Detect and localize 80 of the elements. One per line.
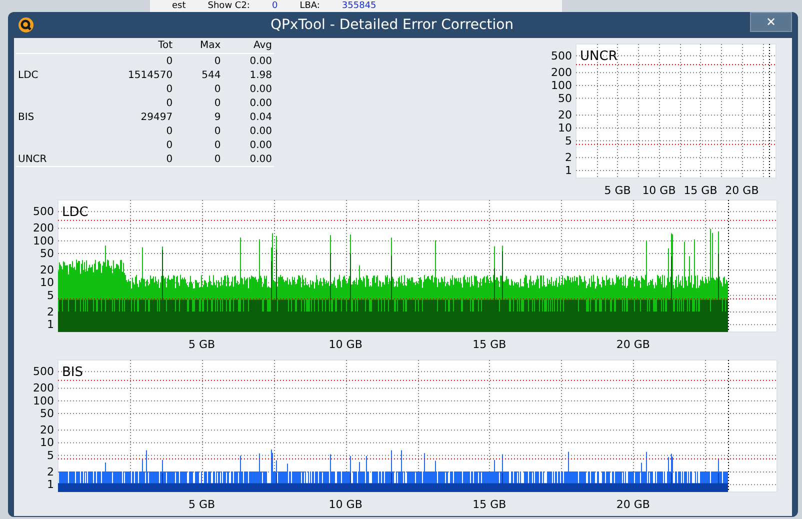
table-cell: 0 (166, 140, 173, 150)
y-tick-label: 1 (47, 478, 54, 492)
table-cell: 0 (214, 154, 221, 164)
row-label: LDC (18, 70, 38, 80)
table-cell: 0 (214, 98, 221, 108)
background-window-text: 355845 (342, 0, 376, 12)
table-cell: 1.98 (250, 70, 272, 80)
x-tick-label: 10 GB (328, 498, 362, 511)
table-cell: 0.04 (250, 112, 272, 122)
table-cell: 0.00 (250, 154, 272, 164)
app-logo-icon (18, 17, 34, 33)
y-tick-label: 2 (565, 151, 572, 164)
x-tick-label: 20 GB (616, 498, 650, 511)
x-tick-label: 5 GB (188, 338, 216, 351)
table-cell: 0 (166, 84, 173, 94)
table-cell: 0.00 (250, 98, 272, 108)
y-tick-label: 200 (33, 222, 54, 235)
table-cell: 0.00 (250, 126, 272, 136)
table-cell: 0 (166, 126, 173, 136)
y-tick-label: 50 (40, 246, 54, 260)
y-tick-label: 50 (558, 92, 572, 105)
y-tick-label: 500 (551, 49, 572, 62)
chart-title: LDC (62, 205, 88, 220)
y-tick-label: 100 (33, 394, 54, 408)
table-cell: 544 (202, 70, 221, 80)
table-cell: 0.00 (250, 56, 272, 66)
x-tick-label: 15 GB (684, 184, 718, 197)
y-tick-label: 5 (565, 134, 572, 148)
row-label: UNCR (18, 154, 47, 164)
y-tick-label: 5 (47, 288, 54, 302)
table-cell: 0.00 (250, 84, 272, 94)
x-tick-label: 15 GB (472, 338, 506, 351)
table-cell: 0 (166, 56, 173, 66)
y-tick-label: 200 (33, 382, 54, 395)
x-tick-label: 20 GB (616, 338, 650, 351)
table-cell: 0 (166, 98, 173, 108)
table-cell: 9 (214, 112, 221, 122)
y-tick-label: 100 (33, 234, 54, 248)
column-header: Tot (158, 40, 173, 51)
table-cell: 0 (166, 154, 173, 164)
y-tick-label: 1 (565, 164, 572, 177)
background-window-text: LBA: (300, 0, 320, 12)
y-tick-label: 500 (33, 205, 54, 218)
table-cell: 0.00 (250, 140, 272, 150)
table-cell: 0 (214, 126, 221, 136)
chart-title: BIS (62, 365, 84, 380)
table-cell: 29497 (140, 112, 173, 122)
y-tick-label: 20 (40, 264, 54, 277)
y-tick-label: 20 (558, 108, 572, 122)
background-window-text: 0 (272, 0, 278, 12)
background-window-text: Show C2: (208, 0, 250, 12)
chart-title: UNCR (580, 49, 618, 64)
y-tick-label: 10 (40, 436, 54, 450)
column-header: Avg (253, 40, 272, 51)
y-tick-label: 2 (47, 465, 54, 478)
column-header: Max (200, 40, 221, 51)
table-cell: 1514570 (128, 70, 173, 80)
y-tick-label: 20 (40, 424, 54, 437)
close-button[interactable]: ✕ (750, 12, 792, 32)
y-tick-label: 50 (40, 406, 54, 420)
window-title: QPxTool - Detailed Error Correction (269, 17, 515, 33)
y-tick-label: 10 (40, 276, 54, 290)
x-tick-label: 20 GB (725, 184, 759, 197)
y-tick-label: 10 (558, 121, 572, 134)
x-tick-label: 10 GB (642, 184, 676, 197)
y-tick-label: 2 (47, 305, 54, 318)
table-cell: 0 (214, 56, 221, 66)
table-cell: 0 (214, 140, 221, 150)
y-tick-label: 100 (551, 78, 572, 92)
y-tick-label: 200 (551, 66, 572, 80)
y-tick-label: 5 (47, 448, 54, 462)
x-tick-label: 10 GB (328, 338, 362, 351)
background-window-text: est (172, 0, 186, 12)
y-tick-label: 500 (33, 365, 54, 378)
table-cell: 0 (214, 84, 221, 94)
row-label: BIS (18, 112, 34, 122)
x-tick-label: 5 GB (604, 184, 631, 197)
x-tick-label: 15 GB (472, 498, 506, 511)
x-tick-label: 5 GB (188, 498, 216, 511)
y-tick-label: 1 (47, 318, 54, 332)
